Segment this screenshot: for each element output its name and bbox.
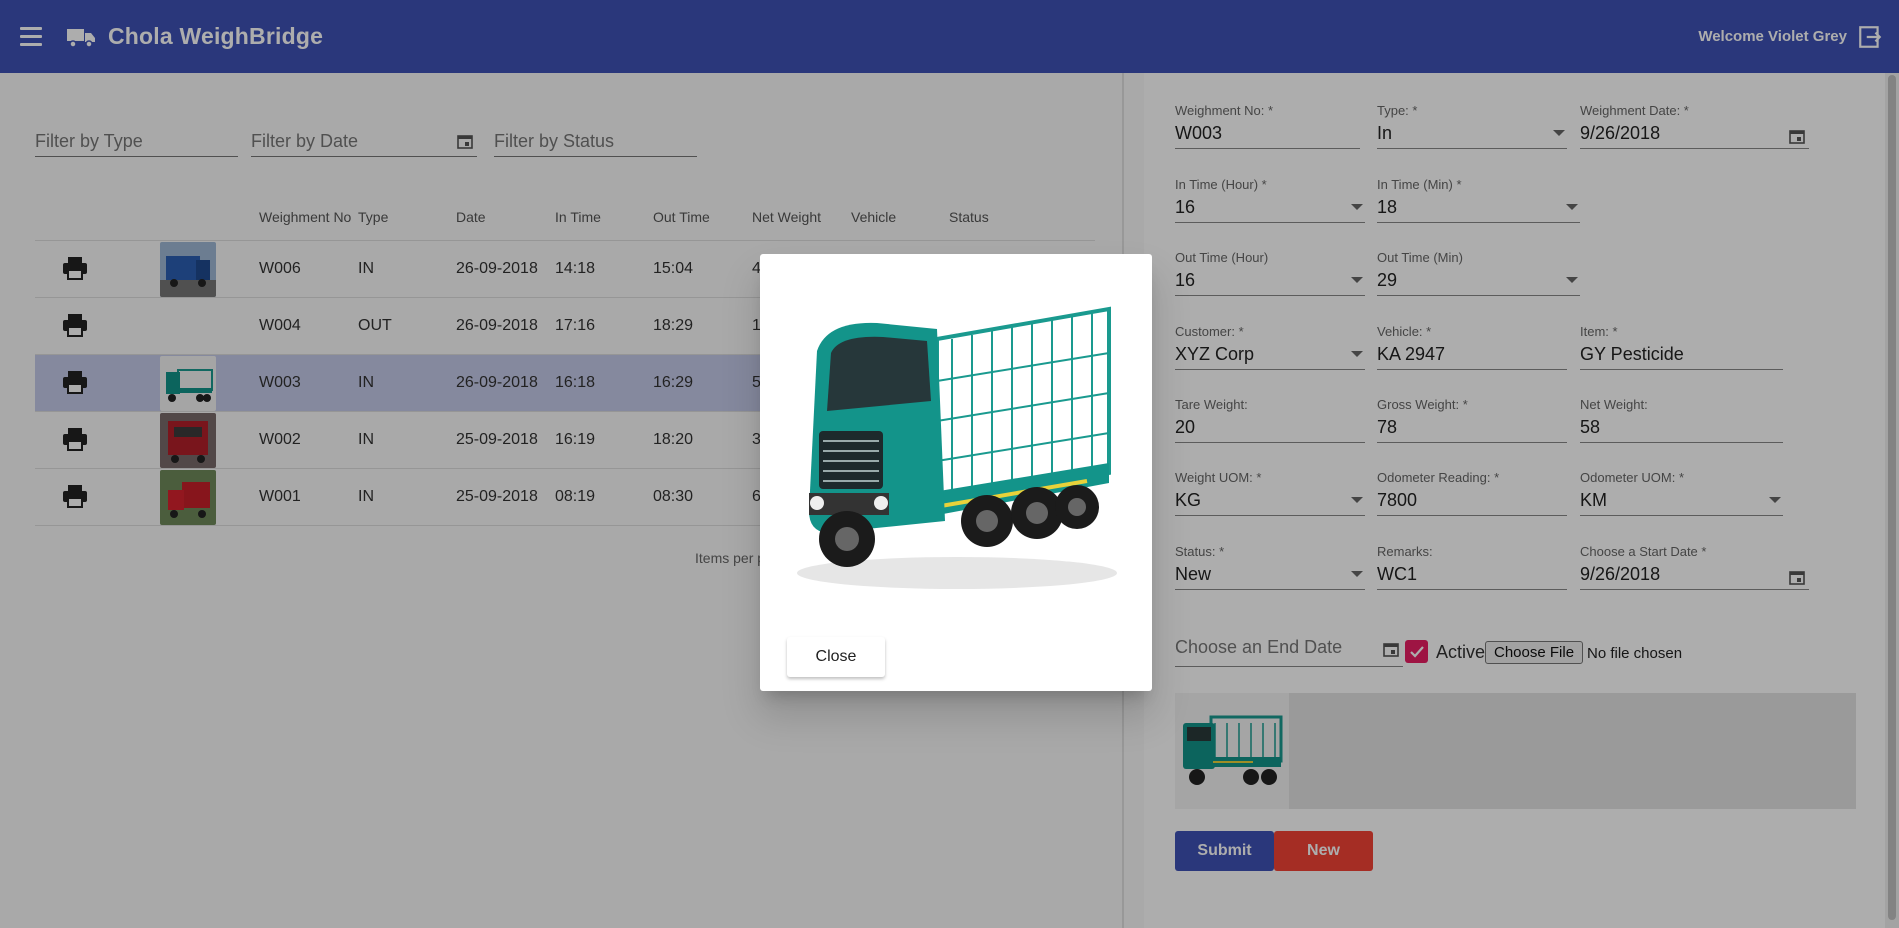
- dialog-close-button[interactable]: Close: [787, 637, 885, 677]
- vehicle-image-large: [787, 281, 1124, 608]
- image-preview-dialog: Close: [760, 254, 1152, 691]
